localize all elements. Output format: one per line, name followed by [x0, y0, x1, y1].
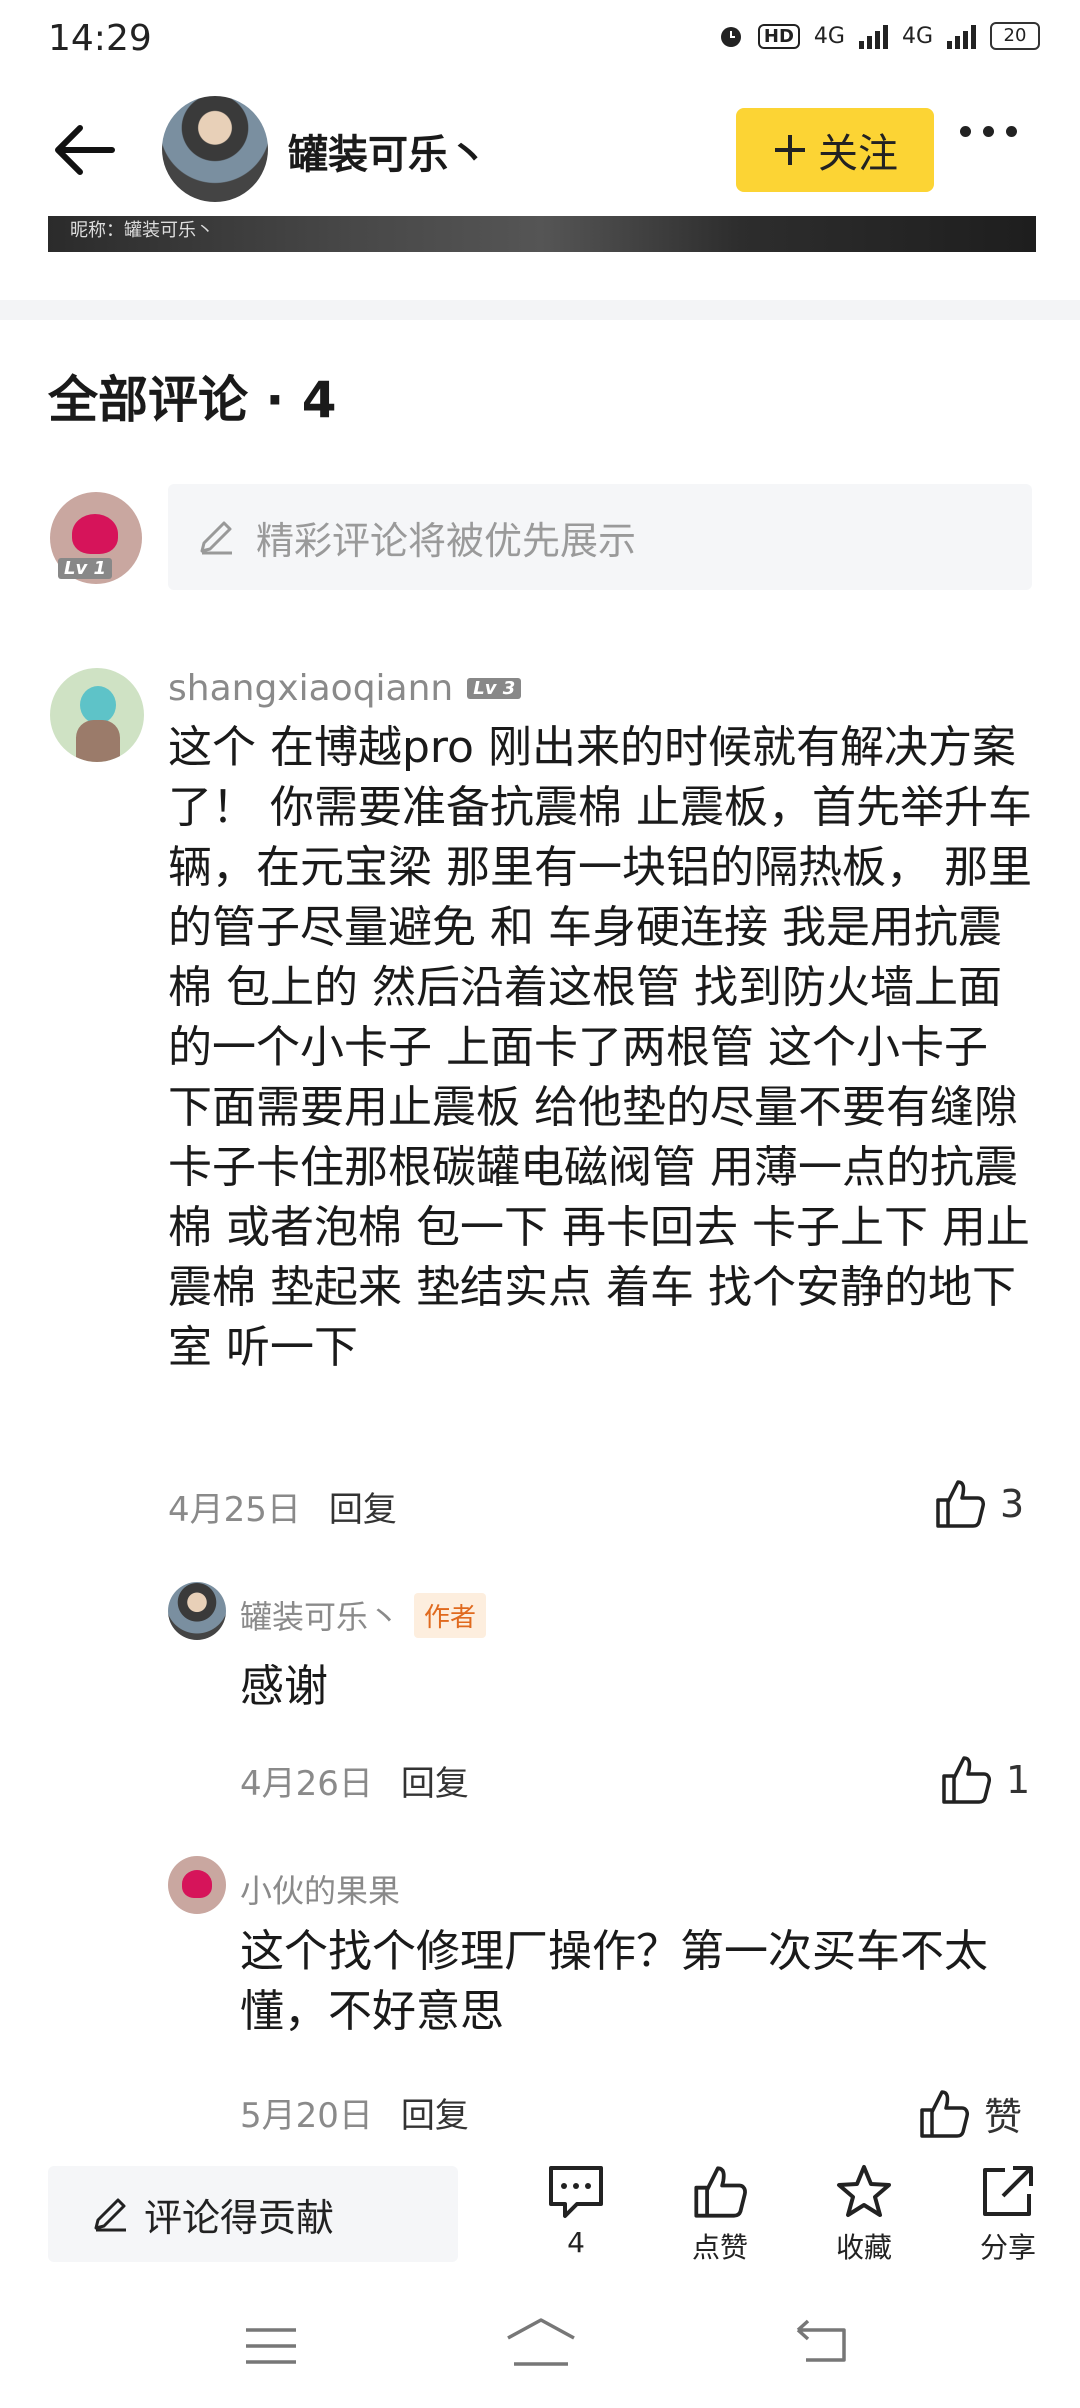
author-name[interactable]: 罐装可乐丶: [288, 122, 488, 180]
home-icon[interactable]: [504, 2316, 578, 2370]
reply-button[interactable]: 回复: [401, 1756, 469, 1805]
reply-button[interactable]: 回复: [329, 1482, 397, 1531]
comment-like-button[interactable]: 3: [934, 1478, 1024, 1530]
sim2-label: 4G: [901, 23, 933, 49]
input-placeholder: 精彩评论将被优先展示: [256, 518, 637, 563]
status-icons: HD 4G 4G 20: [718, 22, 1040, 50]
level-badge: Lv 3: [467, 678, 522, 699]
commenter-row: shangxiaoqiann Lv 3: [168, 668, 522, 709]
section-divider: [0, 300, 1080, 320]
share-label: 分享: [979, 2231, 1036, 2264]
plus-icon: [775, 135, 805, 165]
commenter-avatar[interactable]: [50, 668, 144, 762]
reply-meta: 4月26日 回复: [240, 1756, 469, 1805]
author-avatar[interactable]: [162, 96, 268, 202]
hd-badge: HD: [757, 23, 800, 49]
follow-label: 关注: [818, 131, 898, 177]
sim1-label: 4G: [813, 23, 845, 49]
post-image-strip[interactable]: 昵称：罐装可乐丶: [48, 216, 1036, 252]
signal-icon: [947, 23, 976, 49]
comment-count-button[interactable]: 4: [526, 2164, 626, 2259]
reply-meta: 5月20日 回复: [240, 2088, 469, 2137]
comments-title: 全部评论 · 4: [48, 371, 337, 429]
image-caption: 昵称：罐装可乐丶: [70, 220, 214, 241]
comment-date: 4月25日: [168, 1490, 301, 1530]
reply-text: 这个找个修理厂操作？第一次买车不太懂，不好意思: [240, 1926, 988, 2037]
share-icon: [983, 2166, 1033, 2216]
pencil-icon: [200, 521, 232, 555]
thumbs-up-icon: [936, 1480, 985, 1528]
star-icon: [837, 2165, 891, 2217]
commenter-name[interactable]: shangxiaoqiann: [168, 668, 453, 709]
reply-user-name[interactable]: 小伙的果果: [240, 1866, 400, 1912]
comment-text: 这个 在博越pro 刚出来的时候就有解决方案了！ 你需要准备抗震棉 止震板，首先…: [168, 722, 1032, 1373]
reply-avatar[interactable]: [168, 1582, 226, 1640]
favorite-button[interactable]: 收藏: [814, 2164, 914, 2266]
thumbs-up-icon: [694, 2166, 747, 2218]
reply-date: 5月20日: [240, 2096, 373, 2136]
reply-like-button[interactable]: 赞: [918, 2086, 1022, 2141]
like-label: 点赞: [691, 2231, 748, 2264]
reply-text: 感谢: [240, 1661, 328, 1712]
more-options-icon[interactable]: [960, 126, 1017, 137]
like-count: 1: [1006, 1758, 1031, 1802]
thumbs-up-icon: [920, 2089, 969, 2138]
like-button[interactable]: 点赞: [670, 2164, 770, 2266]
thumbs-up-icon: [942, 1756, 991, 1804]
status-time: 14:29: [48, 18, 152, 59]
reply-user-row: 罐装可乐丶 作者: [240, 1592, 487, 1638]
reply-button[interactable]: 回复: [401, 2088, 469, 2137]
comment-meta: 4月25日 回复: [168, 1482, 397, 1531]
reply-user-name[interactable]: 罐装可乐丶: [240, 1592, 400, 1638]
author-tag: 作者: [414, 1592, 487, 1638]
bottom-input-label: 评论得贡献: [144, 2195, 335, 2240]
back-icon[interactable]: [794, 2318, 848, 2364]
comment-input[interactable]: 精彩评论将被优先展示: [168, 484, 1032, 590]
alarm-icon: [720, 27, 741, 47]
signal-icon: [858, 23, 888, 49]
reply-date: 4月26日: [240, 1764, 373, 1804]
reply-avatar[interactable]: [168, 1856, 226, 1914]
back-arrow-icon[interactable]: [48, 120, 118, 180]
like-count: 3: [1000, 1482, 1025, 1526]
bottom-comment-input[interactable]: 评论得贡献: [48, 2166, 458, 2262]
follow-button[interactable]: 关注: [736, 108, 934, 192]
battery-icon: 20: [990, 22, 1040, 50]
reply-like-button[interactable]: 1: [940, 1754, 1030, 1806]
my-level-badge: Lv 1: [58, 558, 112, 579]
comment-icon: [549, 2166, 603, 2218]
like-label: 赞: [984, 2095, 1023, 2139]
favorite-label: 收藏: [835, 2231, 892, 2264]
menu-icon[interactable]: [244, 2326, 298, 2366]
pencil-icon: [94, 2198, 126, 2232]
share-button[interactable]: 分享: [958, 2164, 1058, 2266]
comment-count: 4: [567, 2226, 585, 2259]
